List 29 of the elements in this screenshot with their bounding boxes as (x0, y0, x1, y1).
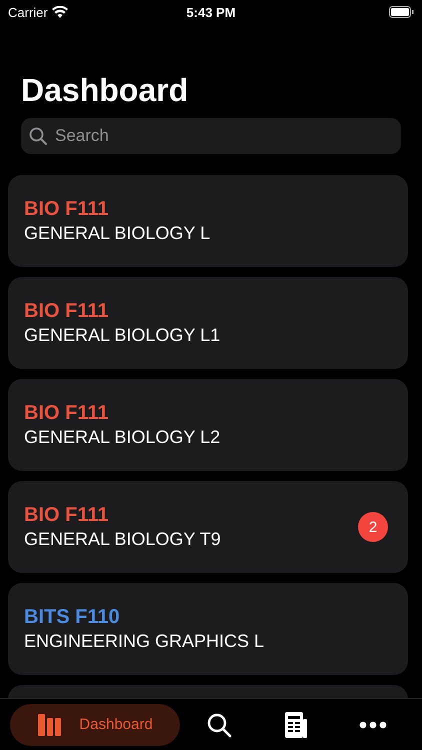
course-card[interactable]: BIO F111 GENERAL BIOLOGY L1 (8, 277, 408, 369)
carrier-label: Carrier (8, 4, 48, 20)
more-icon (359, 720, 388, 728)
course-card[interactable]: BIO F111 GENERAL BIOLOGY L2 (8, 379, 408, 471)
course-code: BITS F110 (24, 606, 121, 629)
course-card[interactable]: BIO F111 GENERAL BIOLOGY L (8, 175, 408, 267)
page-title: Dashboard (21, 71, 188, 110)
course-name: GENERAL BIOLOGY L2 (24, 427, 220, 448)
search-icon (206, 712, 232, 738)
books-icon (37, 712, 64, 738)
search-input[interactable]: Search (53, 125, 393, 147)
search-icon (29, 127, 47, 145)
course-name: GENERAL BIOLOGY T9 (24, 529, 221, 550)
course-name: ENGINEERING GRAPHICS L (24, 631, 264, 652)
course-code: BIO F111 (24, 402, 110, 425)
notification-badge: 2 (358, 512, 388, 542)
status-time: 5:43 PM (186, 4, 236, 20)
course-name: GENERAL BIOLOGY L (24, 223, 210, 244)
course-code: BIO F111 (24, 300, 110, 323)
course-name: GENERAL BIOLOGY L1 (24, 325, 220, 346)
battery-icon (389, 6, 414, 18)
course-card[interactable]: BITS F110 ENGINEERING GRAPHICS L (8, 583, 408, 675)
search-field[interactable]: Search (21, 118, 401, 154)
wifi-icon (52, 6, 68, 18)
course-code: BIO F111 (24, 504, 110, 527)
course-card[interactable]: BIO F111 GENERAL BIOLOGY T9 2 (8, 481, 408, 573)
course-code: BIO F111 (24, 198, 110, 221)
newspaper-icon (282, 710, 309, 738)
tab-item[interactable]: Dashboard (10, 704, 180, 746)
